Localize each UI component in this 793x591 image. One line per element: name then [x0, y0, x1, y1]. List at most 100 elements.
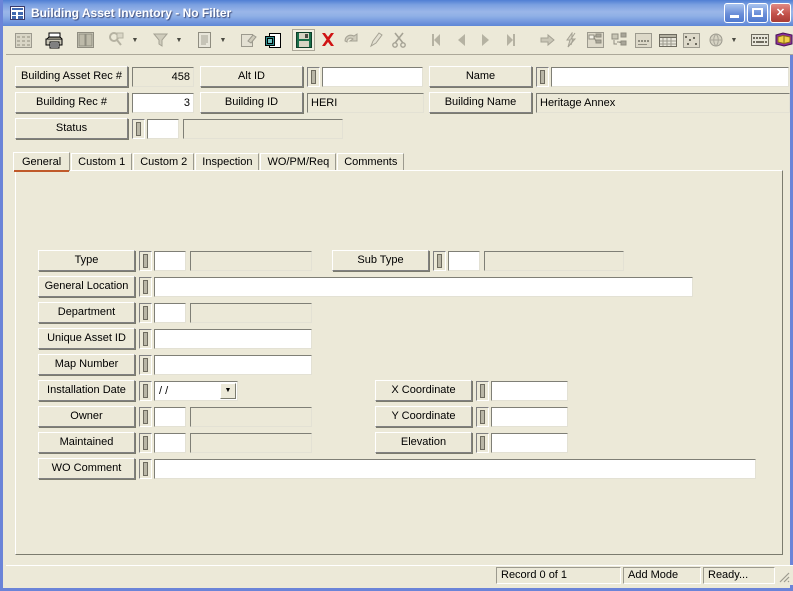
- sub-type-description-input[interactable]: [484, 250, 624, 271]
- owner-picker-button[interactable]: [139, 406, 152, 427]
- undo-icon[interactable]: [340, 29, 363, 51]
- first-record-icon[interactable]: [426, 29, 449, 51]
- field-owner: Owner: [38, 406, 312, 427]
- tab-wo-pm-req[interactable]: WO/PM/Req: [260, 153, 337, 171]
- x-coordinate-input[interactable]: [491, 380, 568, 401]
- status-code-input[interactable]: [147, 118, 179, 139]
- tab-custom-1[interactable]: Custom 1: [71, 153, 133, 171]
- maintained-picker-button[interactable]: [139, 432, 152, 453]
- department-code-input[interactable]: [154, 302, 186, 323]
- minimize-button[interactable]: [724, 3, 745, 23]
- globe-icon[interactable]: [704, 29, 727, 51]
- find-icon[interactable]: [105, 29, 128, 51]
- keyboard-icon[interactable]: [748, 29, 771, 51]
- globe-dropdown-arrow[interactable]: ▼: [728, 29, 740, 51]
- general-location-picker-button[interactable]: [139, 276, 152, 297]
- print-icon[interactable]: [43, 29, 66, 51]
- report-icon[interactable]: [74, 29, 97, 51]
- name-picker-button[interactable]: [536, 66, 549, 87]
- wo-comment-picker-button[interactable]: [139, 458, 152, 479]
- last-record-icon[interactable]: [498, 29, 521, 51]
- edit-record-icon[interactable]: [237, 29, 260, 51]
- copy-record-icon[interactable]: [261, 29, 284, 51]
- tab-general[interactable]: General: [13, 152, 71, 172]
- map-icon[interactable]: [680, 29, 703, 51]
- notes-icon[interactable]: [193, 29, 216, 51]
- filter-icon[interactable]: [149, 29, 172, 51]
- type-picker-button[interactable]: [139, 250, 152, 271]
- general-location-input[interactable]: [154, 276, 693, 297]
- installation-date-picker-button[interactable]: [139, 380, 152, 401]
- maintained-code-input[interactable]: [154, 432, 186, 453]
- goto-icon[interactable]: [536, 29, 559, 51]
- notes-dropdown-arrow[interactable]: ▼: [217, 29, 229, 51]
- sub-type-picker-button[interactable]: [433, 250, 446, 271]
- department-picker-button[interactable]: [139, 302, 152, 323]
- find-dropdown-arrow[interactable]: ▼: [129, 29, 141, 51]
- list-icon[interactable]: [632, 29, 655, 51]
- field-building-asset-rec: Building Asset Rec # 458: [15, 66, 194, 87]
- y-coordinate-picker-button[interactable]: [476, 406, 489, 427]
- maintained-description-input[interactable]: [190, 432, 312, 453]
- wo-comment-input[interactable]: [154, 458, 756, 479]
- previous-record-icon[interactable]: [450, 29, 473, 51]
- alt-id-picker-button[interactable]: [307, 66, 320, 87]
- resize-grip[interactable]: [777, 570, 791, 584]
- building-rec-input[interactable]: 3: [132, 92, 194, 113]
- status-mode-cell: Add Mode: [623, 567, 701, 584]
- field-building-name: Building Name Heritage Annex: [429, 92, 790, 113]
- alt-id-input[interactable]: [322, 66, 423, 87]
- y-coordinate-label: Y Coordinate: [375, 406, 472, 427]
- tab-custom-1-label: Custom 1: [78, 156, 126, 168]
- workflow-icon[interactable]: [608, 29, 631, 51]
- department-description-input[interactable]: [190, 302, 312, 323]
- owner-description-input[interactable]: [190, 406, 312, 427]
- toolbar-separator: [36, 29, 43, 51]
- lightning-icon[interactable]: [560, 29, 583, 51]
- field-y-coordinate: Y Coordinate: [375, 406, 568, 427]
- name-input[interactable]: [551, 66, 789, 87]
- type-description-input[interactable]: [190, 250, 312, 271]
- field-x-coordinate: X Coordinate: [375, 380, 568, 401]
- elevation-input[interactable]: [491, 432, 568, 453]
- sub-type-code-input[interactable]: [448, 250, 480, 271]
- toolbar-separator: [522, 29, 529, 51]
- unique-asset-id-picker-button[interactable]: [139, 328, 152, 349]
- tab-general-label: General: [22, 156, 62, 168]
- x-coordinate-picker-button[interactable]: [476, 380, 489, 401]
- hierarchy-icon[interactable]: [584, 29, 607, 51]
- filter-dropdown-arrow[interactable]: ▼: [173, 29, 185, 51]
- field-installation-date: Installation Date / / ▼: [38, 380, 238, 401]
- book-icon[interactable]: [772, 29, 793, 51]
- window-title: Building Asset Inventory - No Filter: [31, 6, 232, 20]
- tab-custom-2[interactable]: Custom 2: [133, 153, 195, 171]
- map-number-picker-button[interactable]: [139, 354, 152, 375]
- installation-date-input[interactable]: / / ▼: [154, 380, 238, 401]
- chevron-down-icon[interactable]: ▼: [220, 382, 236, 399]
- owner-code-input[interactable]: [154, 406, 186, 427]
- delete-icon[interactable]: [316, 29, 339, 51]
- elevation-picker-button[interactable]: [476, 432, 489, 453]
- save-icon[interactable]: [292, 29, 315, 51]
- cut-icon[interactable]: [388, 29, 411, 51]
- status-picker-button[interactable]: [132, 118, 145, 139]
- y-coordinate-input[interactable]: [491, 406, 568, 427]
- type-code-input[interactable]: [154, 250, 186, 271]
- pencil-icon[interactable]: [364, 29, 387, 51]
- building-name-input[interactable]: Heritage Annex: [536, 92, 790, 113]
- maximize-button[interactable]: [747, 3, 768, 23]
- tab-control: General Custom 1 Custom 2 Inspection WO/…: [13, 152, 783, 555]
- status-description-input[interactable]: [183, 118, 343, 139]
- field-elevation: Elevation: [375, 432, 568, 453]
- building-id-input[interactable]: HERI: [307, 92, 424, 113]
- calendar-icon[interactable]: [656, 29, 679, 51]
- tab-comments[interactable]: Comments: [337, 153, 405, 171]
- tab-inspection[interactable]: Inspection: [195, 153, 260, 171]
- unique-asset-id-input[interactable]: [154, 328, 312, 349]
- field-map-number: Map Number: [38, 354, 312, 375]
- map-number-input[interactable]: [154, 354, 312, 375]
- grid-view-icon[interactable]: [12, 29, 35, 51]
- next-record-icon[interactable]: [474, 29, 497, 51]
- close-button[interactable]: ✕: [770, 3, 791, 23]
- building-asset-rec-input[interactable]: 458: [132, 66, 194, 87]
